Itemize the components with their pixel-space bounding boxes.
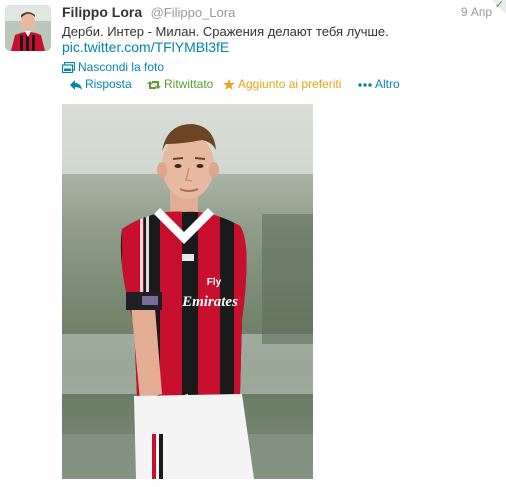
retweet-label: Ritwittato	[164, 77, 214, 91]
reply-button[interactable]: Risposta	[70, 77, 132, 91]
shirt-sponsor-line1: Fly	[207, 277, 222, 288]
retweet-icon	[147, 81, 161, 89]
photo-image: Fly Emirates	[62, 104, 313, 479]
favorite-button[interactable]: Aggiunto ai preferiti	[223, 77, 341, 91]
more-button[interactable]: Altro	[358, 77, 400, 91]
tweet-header: Filippo Lora @Filippo_Lora 9 Апр	[62, 4, 502, 22]
more-label: Altro	[375, 77, 400, 91]
tweet-text: Дерби. Интер - Милан. Сражения делают те…	[62, 24, 389, 39]
retweet-button[interactable]: Ritwittato	[147, 77, 213, 91]
avatar-image	[5, 5, 51, 51]
hide-photo-button[interactable]: Nascondi la foto	[61, 60, 165, 76]
timestamp[interactable]: 9 Апр	[461, 5, 492, 19]
star-icon	[223, 79, 235, 90]
photo-icon	[61, 61, 76, 76]
more-dots-icon	[358, 83, 372, 87]
reply-label: Risposta	[85, 77, 132, 91]
photo-link[interactable]: pic.twitter.com/TFlYMBl3fE	[62, 39, 229, 55]
tweet: ✓ Filippo Lora @Filippo_Lora 9 Апр Дерби…	[0, 0, 506, 487]
tweet-photo[interactable]: Fly Emirates	[62, 104, 313, 479]
avatar[interactable]	[5, 5, 51, 51]
username[interactable]: @Filippo_Lora	[151, 5, 236, 20]
fullname[interactable]: Filippo Lora	[62, 4, 142, 20]
favorite-label: Aggiunto ai preferiti	[238, 77, 342, 91]
hide-photo-label: Nascondi la foto	[78, 60, 165, 74]
reply-arrow-icon	[70, 80, 82, 90]
shirt-sponsor-line2: Emirates	[181, 294, 238, 310]
